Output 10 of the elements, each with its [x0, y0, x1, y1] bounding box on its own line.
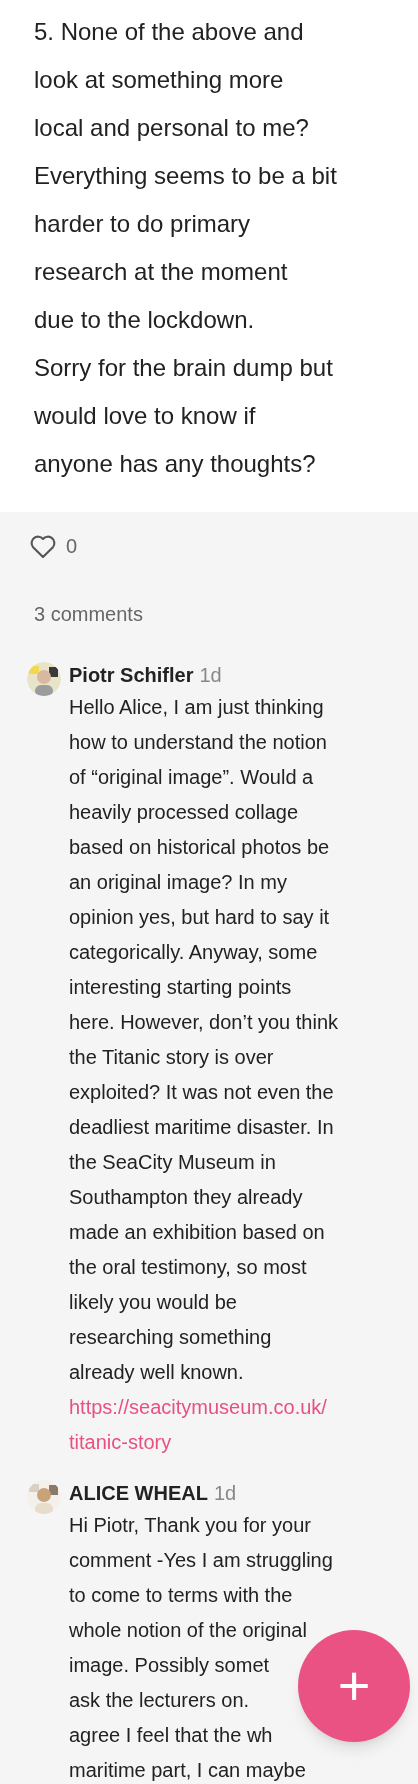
- comment-time: 1d: [213, 1481, 237, 1506]
- post-text: 5. None of the above and look at something more local and personal to me? Everything seems to be a bit harder to do primary research at the moment due to the lockdown. Sorry for the brain dump but would love to know if anyone has any thoughts?: [34, 17, 338, 479]
- comments-count: 3 comments: [33, 602, 144, 626]
- comment-author: ALICE WHEAL: [69, 1481, 208, 1506]
- comment-author: Piotr Schifler: [69, 663, 194, 688]
- comment-time: 1d: [199, 663, 222, 688]
- link[interactable]: https://seacitymuseum.co.uk/ titanic-story: [69, 1390, 339, 1460]
- like-count: 0: [66, 534, 78, 559]
- comment-text: Hello Alice, I am just thinking how to understand the notion of “original image”. Would a heavily processed collage based on historical photos be an original image? In my opinion yes, but hard to say it categorically. Anyway, some interesting starting points here. However, don’t you think the Titanic story is over exploited? It was not even the deadliest maritime disaster. In the SeaCity Museum in Southampton they already made an exhibition based on the oral testimony, so most likely you would be researching something already well known.: [69, 695, 339, 1385]
- heart-icon: [29, 533, 57, 559]
